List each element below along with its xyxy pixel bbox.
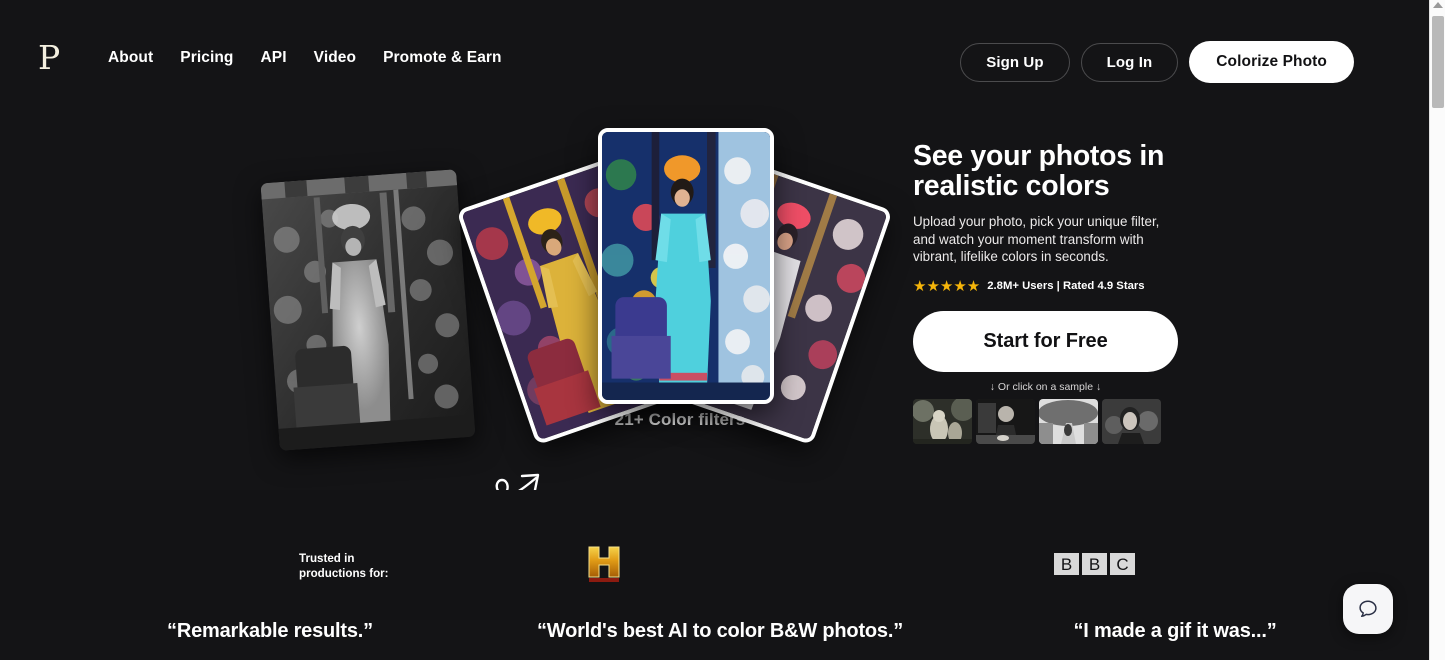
bbc-letter-2: B	[1082, 553, 1107, 575]
chat-bubble-icon	[1359, 600, 1377, 618]
sample-image-2	[976, 398, 1035, 444]
testimonial-1: “Remarkable results.”	[167, 620, 373, 642]
sample-image-1	[913, 398, 972, 444]
testimonials-row: “Remarkable results.” “World's best AI t…	[0, 620, 1429, 660]
sample-thumbnail-2[interactable]	[976, 398, 1035, 444]
page-scrollbar[interactable]	[1429, 0, 1445, 660]
scrollbar-thumb[interactable]	[1432, 16, 1444, 108]
bbc-letter-3: C	[1110, 553, 1135, 575]
sample-hint-text: ↓ Or click on a sample ↓	[989, 380, 1102, 393]
scrollbar-up-arrow-icon[interactable]	[1433, 2, 1443, 8]
colorized-photo-cyan	[602, 132, 770, 400]
bw-photo-illustration	[260, 169, 476, 451]
star-rating-icon: ★★★★★	[913, 277, 981, 295]
page-root: P About Pricing API Video Promote & Earn…	[0, 0, 1445, 660]
chat-widget-button[interactable]	[1343, 584, 1393, 634]
brand-logo[interactable]: P	[38, 41, 60, 74]
start-for-free-button[interactable]: Start for Free	[913, 310, 1178, 372]
nav-item-about[interactable]: About	[108, 49, 153, 67]
trusted-label: Trusted in productions for:	[299, 552, 389, 580]
colorized-card-center[interactable]	[598, 128, 774, 404]
sign-up-button[interactable]: Sign Up	[960, 42, 1070, 82]
nav-item-api[interactable]: API	[261, 49, 287, 67]
history-channel-logo	[588, 546, 620, 582]
sample-thumbnail-3[interactable]	[1039, 398, 1098, 444]
hero-section: 21+ Color filters See your photos in rea…	[0, 118, 1429, 516]
sample-thumbnail-1[interactable]	[913, 398, 972, 444]
page-content: P About Pricing API Video Promote & Earn…	[0, 0, 1429, 660]
trusted-band: Trusted in productions for:	[0, 490, 1429, 620]
nav-item-promote-earn[interactable]: Promote & Earn	[383, 49, 502, 67]
main-navigation: About Pricing API Video Promote & Earn	[108, 49, 502, 67]
hero-title: See your photos in realistic colors	[913, 140, 1165, 203]
hero-subtitle: Upload your photo, pick your unique filt…	[913, 214, 1160, 264]
site-header: P About Pricing API Video Promote & Earn…	[0, 0, 1429, 118]
bbc-logo: B B C	[1054, 553, 1135, 575]
bbc-letter-1: B	[1054, 553, 1079, 575]
source-bw-photo[interactable]	[260, 169, 476, 451]
testimonial-2: “World's best AI to color B&W photos.”	[536, 620, 904, 642]
sample-image-3	[1039, 398, 1098, 444]
log-in-button[interactable]: Log In	[1080, 42, 1179, 82]
header-actions: Sign Up Log In Colorize Photo	[960, 41, 1354, 83]
nav-item-video[interactable]: Video	[314, 49, 356, 67]
rating-text: 2.8M+ Users | Rated 4.9 Stars	[987, 280, 1145, 293]
sample-thumbnail-4[interactable]	[1102, 398, 1161, 444]
colorize-photo-button[interactable]: Colorize Photo	[1189, 41, 1354, 83]
hero-copy: See your photos in realistic colors Uplo…	[913, 141, 1213, 444]
nav-item-pricing[interactable]: Pricing	[180, 49, 233, 67]
sample-image-4	[1102, 398, 1161, 444]
sample-thumbnails	[913, 398, 1178, 444]
testimonial-3: “I made a gif it was...”	[1073, 620, 1277, 642]
colorized-cards-fan: 21+ Color filters	[456, 118, 893, 446]
rating-row: ★★★★★ 2.8M+ Users | Rated 4.9 Stars	[913, 279, 1213, 294]
